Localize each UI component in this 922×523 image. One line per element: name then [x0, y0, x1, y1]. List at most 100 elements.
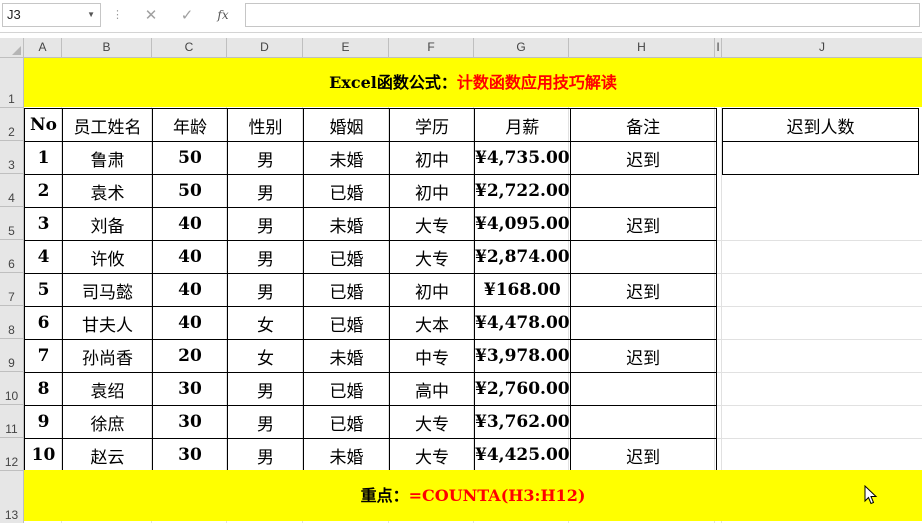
row-header-4[interactable]: 4 [0, 174, 24, 207]
header-cell-education[interactable]: 学历 [389, 108, 475, 142]
cell-gender[interactable]: 男 [227, 405, 304, 439]
cell-salary[interactable]: ¥4,735.00 [474, 141, 571, 175]
cell-remark[interactable]: 迟到 [569, 339, 717, 373]
cell-age[interactable]: 30 [152, 438, 228, 472]
row-header-8[interactable]: 8 [0, 306, 24, 339]
header-cell-salary[interactable]: 月薪 [474, 108, 571, 142]
cell-education[interactable]: 大本 [389, 306, 475, 340]
cell-name[interactable]: 赵云 [62, 438, 153, 472]
cell-gender[interactable]: 男 [227, 372, 304, 406]
cell-no[interactable]: 1 [24, 141, 63, 175]
cell-salary[interactable]: ¥4,478.00 [474, 306, 571, 340]
cell-remark[interactable] [569, 306, 717, 340]
title-band[interactable]: Excel函数公式：计数函数应用技巧解读 [24, 58, 922, 107]
header-cell-marital[interactable]: 婚姻 [303, 108, 390, 142]
cell-age[interactable]: 30 [152, 405, 228, 439]
column-header-g[interactable]: G [474, 38, 569, 58]
cell-remark[interactable]: 迟到 [569, 141, 717, 175]
cell-marital[interactable]: 未婚 [303, 339, 390, 373]
cell-name[interactable]: 孙尚香 [62, 339, 153, 373]
cell-education[interactable]: 初中 [389, 174, 475, 208]
cell-no[interactable]: 9 [24, 405, 63, 439]
cancel-icon[interactable]: ✕ [138, 4, 164, 26]
cell-age[interactable]: 40 [152, 207, 228, 241]
row-header-5[interactable]: 5 [0, 207, 24, 240]
cell-marital[interactable]: 未婚 [303, 141, 390, 175]
cell-gender[interactable]: 男 [227, 207, 304, 241]
cell-gender[interactable]: 男 [227, 174, 304, 208]
column-header-f[interactable]: F [389, 38, 474, 58]
drag-handle-icon[interactable]: ⋮ [112, 8, 123, 21]
cell-education[interactable]: 大专 [389, 207, 475, 241]
name-box[interactable]: J3 ▼ [2, 3, 101, 27]
cell-age[interactable]: 40 [152, 306, 228, 340]
cell-gender[interactable]: 男 [227, 273, 304, 307]
cell-no[interactable]: 5 [24, 273, 63, 307]
row-header-3[interactable]: 3 [0, 141, 24, 174]
cell-no[interactable]: 3 [24, 207, 63, 241]
row-header-12[interactable]: 12 [0, 438, 24, 471]
cell-gender[interactable]: 男 [227, 240, 304, 274]
cell-no[interactable]: 7 [24, 339, 63, 373]
cell-marital[interactable]: 已婚 [303, 240, 390, 274]
cell-remark[interactable] [569, 372, 717, 406]
cell-no[interactable]: 2 [24, 174, 63, 208]
cell-marital[interactable]: 已婚 [303, 306, 390, 340]
row-header-1[interactable]: 1 [0, 58, 24, 108]
select-all-corner[interactable] [0, 38, 24, 58]
cell-name[interactable]: 刘备 [62, 207, 153, 241]
cell-name[interactable]: 鲁肃 [62, 141, 153, 175]
cell-name[interactable]: 司马懿 [62, 273, 153, 307]
row-header-9[interactable]: 9 [0, 339, 24, 372]
row-header-11[interactable]: 11 [0, 405, 24, 438]
cell-no[interactable]: 6 [24, 306, 63, 340]
column-header-a[interactable]: A [24, 38, 62, 58]
note-band[interactable]: 重点：=COUNTA(H3:H12) [24, 470, 922, 521]
cell-name[interactable]: 徐庶 [62, 405, 153, 439]
row-header-13[interactable]: 13 [0, 471, 24, 523]
cell-salary[interactable]: ¥4,095.00 [474, 207, 571, 241]
cell-salary[interactable]: ¥168.00 [474, 273, 571, 307]
header-cell-no[interactable]: No [24, 108, 63, 142]
column-header-b[interactable]: B [62, 38, 152, 58]
row-header-6[interactable]: 6 [0, 240, 24, 273]
cell-education[interactable]: 高中 [389, 372, 475, 406]
cell-marital[interactable]: 已婚 [303, 174, 390, 208]
row-header-10[interactable]: 10 [0, 372, 24, 405]
formula-input[interactable] [245, 3, 920, 27]
cell-age[interactable]: 50 [152, 174, 228, 208]
column-header-d[interactable]: D [227, 38, 303, 58]
cell-age[interactable]: 40 [152, 273, 228, 307]
late-count-value-cell[interactable] [722, 141, 919, 175]
cell-name[interactable]: 许攸 [62, 240, 153, 274]
row-header-7[interactable]: 7 [0, 273, 24, 306]
late-count-header[interactable]: 迟到人数 [722, 108, 919, 142]
cell-remark[interactable] [569, 174, 717, 208]
cell-remark[interactable]: 迟到 [569, 273, 717, 307]
cell-salary[interactable]: ¥2,722.00 [474, 174, 571, 208]
cell-age[interactable]: 40 [152, 240, 228, 274]
cell-education[interactable]: 初中 [389, 273, 475, 307]
cell-salary[interactable]: ¥2,760.00 [474, 372, 571, 406]
cell-gender[interactable]: 女 [227, 306, 304, 340]
column-header-c[interactable]: C [152, 38, 227, 58]
header-cell-name[interactable]: 员工姓名 [62, 108, 153, 142]
column-header-h[interactable]: H [569, 38, 715, 58]
cell-remark[interactable]: 迟到 [569, 438, 717, 472]
cell-education[interactable]: 大专 [389, 405, 475, 439]
cell-no[interactable]: 10 [24, 438, 63, 472]
cell-salary[interactable]: ¥3,762.00 [474, 405, 571, 439]
cell-salary[interactable]: ¥2,874.00 [474, 240, 571, 274]
cell-age[interactable]: 20 [152, 339, 228, 373]
cell-marital[interactable]: 已婚 [303, 273, 390, 307]
header-cell-remark[interactable]: 备注 [569, 108, 717, 142]
cell-marital[interactable]: 已婚 [303, 405, 390, 439]
cell-name[interactable]: 袁绍 [62, 372, 153, 406]
cell-remark[interactable]: 迟到 [569, 207, 717, 241]
cell-no[interactable]: 4 [24, 240, 63, 274]
cell-marital[interactable]: 已婚 [303, 372, 390, 406]
cell-education[interactable]: 大专 [389, 438, 475, 472]
cell-education[interactable]: 中专 [389, 339, 475, 373]
cell-marital[interactable]: 未婚 [303, 207, 390, 241]
row-header-2[interactable]: 2 [0, 108, 24, 141]
